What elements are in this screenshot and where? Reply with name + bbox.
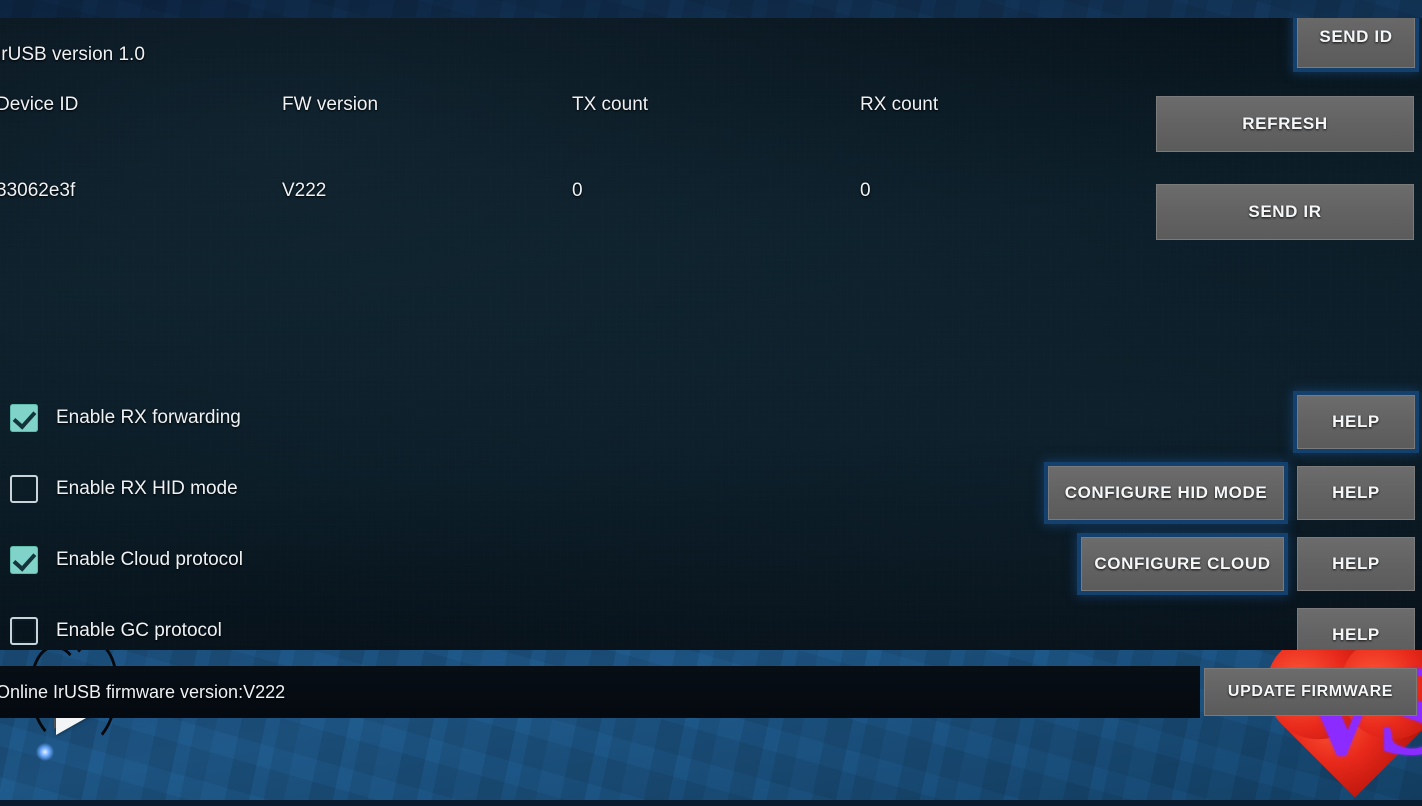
column-header-fw-version: FW version (282, 94, 378, 116)
vs-letters-icon: VS (1295, 636, 1422, 806)
help-button-gc-protocol[interactable]: HELP (1297, 608, 1415, 650)
cell-tx-count: 0 (572, 180, 583, 202)
refresh-button[interactable]: REFRESH (1156, 96, 1414, 152)
checkbox-enable-rx-hid-mode[interactable] (10, 475, 38, 503)
help-button-cloud-protocol[interactable]: HELP (1297, 537, 1415, 591)
option-label-rx-forwarding: Enable RX forwarding (56, 407, 241, 429)
send-ir-button[interactable]: SEND IR (1156, 184, 1414, 240)
send-id-button[interactable]: SEND ID (1297, 18, 1415, 68)
help-button-rx-forwarding[interactable]: HELP (1297, 395, 1415, 449)
column-header-rx-count: RX count (860, 94, 938, 116)
configure-cloud-button[interactable]: CONFIGURE CLOUD (1081, 537, 1284, 591)
checkbox-enable-cloud-protocol[interactable] (10, 546, 38, 574)
column-header-device-id: Device ID (0, 94, 78, 116)
checkbox-enable-gc-protocol[interactable] (10, 617, 38, 645)
status-text: Online IrUSB firmware version:V222 (0, 682, 285, 703)
checkbox-enable-rx-forwarding[interactable] (10, 404, 38, 432)
cell-fw-version: V222 (282, 180, 326, 202)
option-label-cloud-protocol: Enable Cloud protocol (56, 549, 243, 571)
option-row-gc-protocol[interactable]: Enable GC protocol (10, 617, 222, 645)
status-bar: Online IrUSB firmware version:V222 (0, 666, 1200, 718)
configure-hid-mode-button[interactable]: CONFIGURE HID MODE (1048, 466, 1284, 520)
option-row-rx-forwarding[interactable]: Enable RX forwarding (10, 404, 241, 432)
column-header-tx-count: TX count (572, 94, 648, 116)
help-button-rx-hid-mode[interactable]: HELP (1297, 466, 1415, 520)
option-label-gc-protocol: Enable GC protocol (56, 620, 222, 642)
option-row-cloud-protocol[interactable]: Enable Cloud protocol (10, 546, 243, 574)
cell-device-id: 33062e3f (0, 180, 75, 202)
cell-rx-count: 0 (860, 180, 871, 202)
option-row-rx-hid-mode[interactable]: Enable RX HID mode (10, 475, 238, 503)
glow-dot-icon (36, 743, 54, 761)
update-firmware-button[interactable]: UPDATE FIRMWARE (1204, 668, 1417, 716)
option-label-rx-hid-mode: Enable RX HID mode (56, 478, 238, 500)
irusb-app-panel: IrUSB version 1.0 Device ID FW version T… (0, 18, 1422, 650)
app-version-label: IrUSB version 1.0 (0, 44, 145, 66)
